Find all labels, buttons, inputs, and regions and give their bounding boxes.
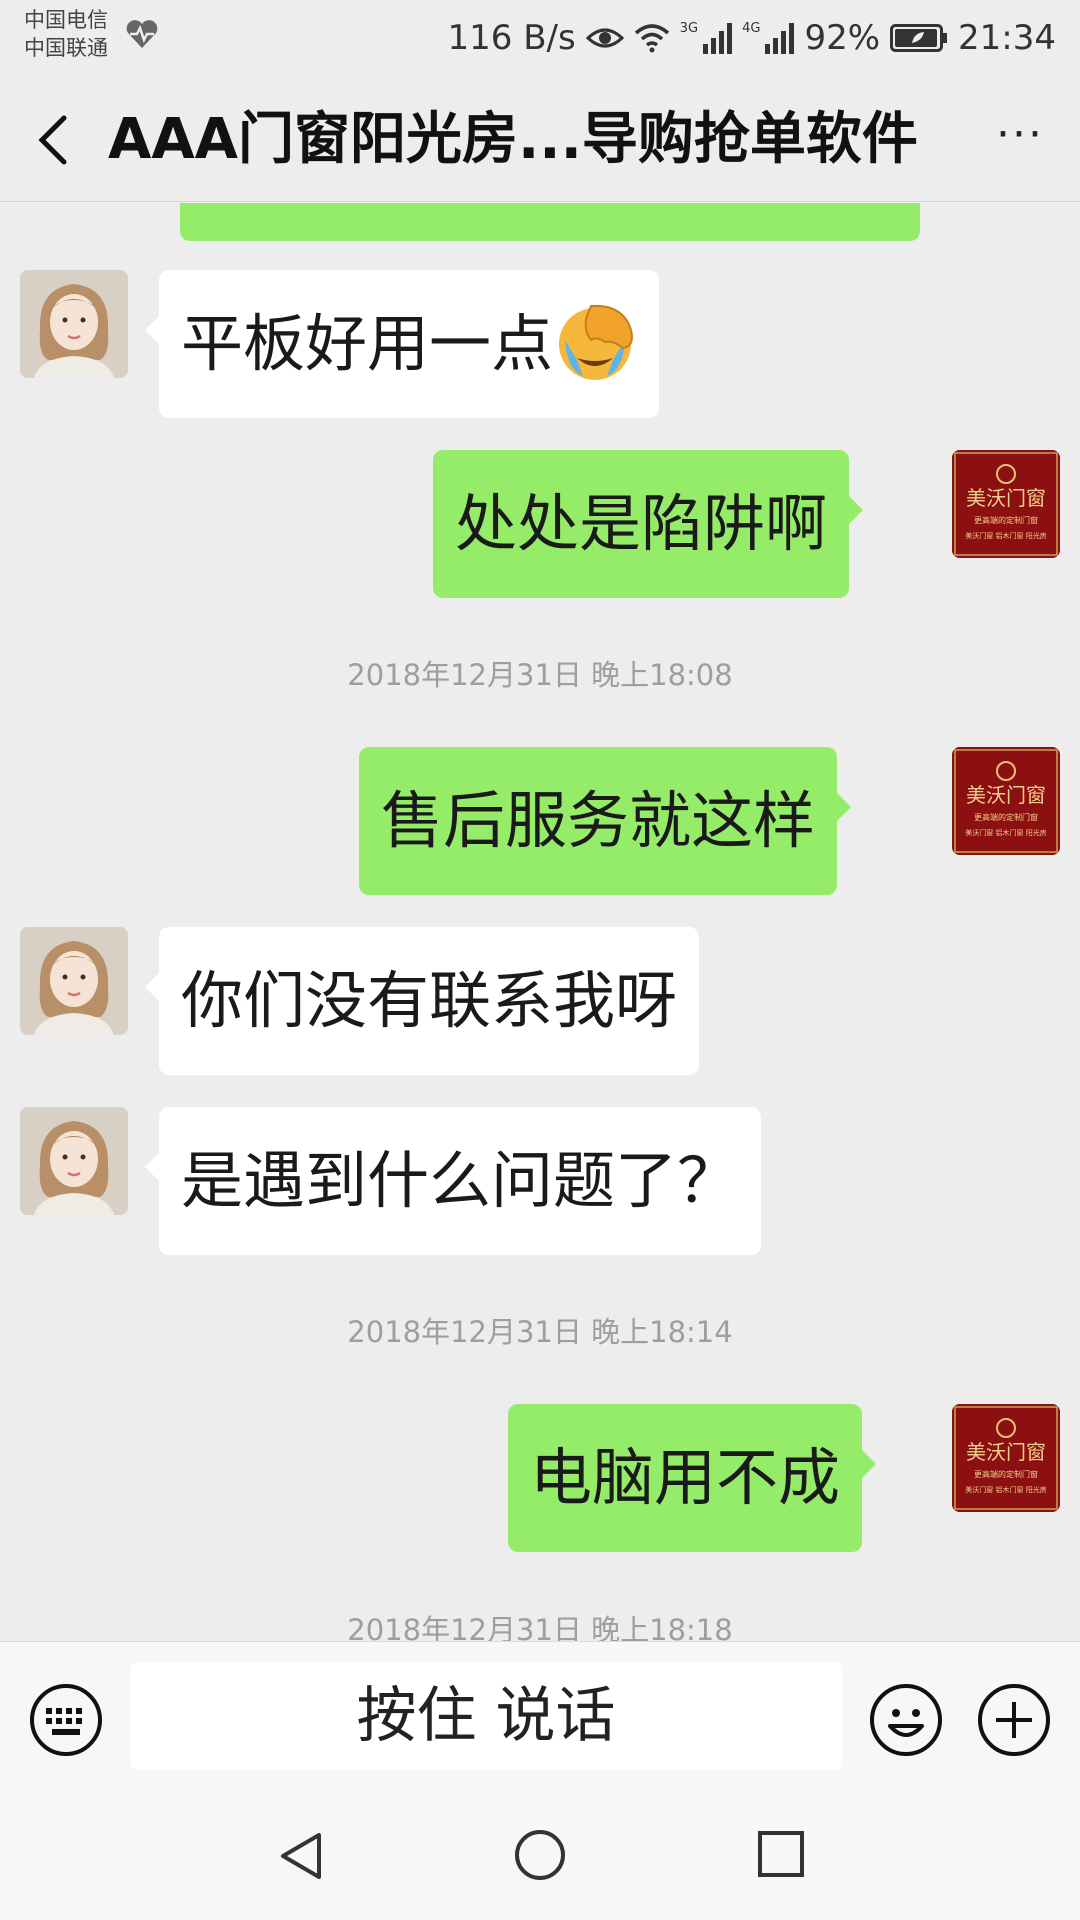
net-speed: 116 B/s	[447, 18, 576, 58]
brand-tagline: 更高端的定制门窗	[974, 515, 1038, 525]
message-bubble-outgoing[interactable]: 售后服务就这样	[359, 747, 852, 895]
message-timestamp: 2018年12月31日 晚上18:08	[347, 658, 733, 692]
signal-icon	[765, 23, 795, 54]
message-text: 是遇到什么问题了？	[181, 1144, 740, 1217]
message-bubble-outgoing[interactable]: 电脑用不成	[508, 1404, 877, 1552]
chat-header: AAA门窗阳光房...导购抢单软件 ···	[0, 78, 1080, 202]
hold-to-talk-button[interactable]: 按住 说话	[130, 1662, 842, 1770]
message-text: 你们没有联系我呀	[181, 964, 678, 1037]
status-bar: 中国电信 中国联通 116 B/s 3G 4G 92% 21:34	[0, 0, 1080, 78]
back-icon[interactable]	[32, 112, 76, 168]
brand-subline: 美沃门窗 铝木门窗 阳光房	[965, 828, 1046, 837]
brand-subline: 美沃门窗 铝木门窗 阳光房	[965, 531, 1046, 540]
emoji-icon[interactable]	[868, 1682, 944, 1758]
carrier-2: 中国联通	[24, 36, 108, 60]
heart-rate-icon	[126, 20, 158, 48]
face-palm-crying-emoji	[559, 304, 634, 380]
brand-tagline: 更高端的定制门窗	[974, 812, 1038, 822]
message-text: 处处是陷阱啊	[455, 487, 828, 560]
brand-subline: 美沃门窗 铝木门窗 阳光房	[965, 1485, 1046, 1494]
net-3g-label: 3G	[679, 20, 699, 36]
my-avatar[interactable]: 美沃门窗 更高端的定制门窗 美沃门窗 铝木门窗 阳光房	[952, 1404, 1060, 1512]
carrier-info: 中国电信 中国联通	[24, 6, 108, 62]
message-text: 平板好用一点	[181, 307, 554, 380]
chat-title: AAA门窗阳光房...导购抢单软件	[108, 107, 918, 172]
nav-recent-icon[interactable]	[756, 1829, 806, 1879]
wifi-icon	[634, 24, 669, 53]
message-bubble-outgoing[interactable]: 处处是陷阱啊	[433, 450, 864, 598]
message-bubble-incoming[interactable]: 是遇到什么问题了？	[144, 1107, 762, 1255]
eye-icon	[585, 28, 624, 48]
chat-message-list[interactable]: 平板好用一点 处处是陷阱啊 美沃门窗 更高端的定制门窗 美沃门窗 铝木门窗 阳光…	[0, 203, 1080, 1641]
nav-back-icon[interactable]	[275, 1829, 329, 1883]
message-timestamp: 2018年12月31日 晚上18:18	[347, 1613, 733, 1641]
my-avatar[interactable]: 美沃门窗 更高端的定制门窗 美沃门窗 铝木门窗 阳光房	[952, 450, 1060, 558]
message-text: 电脑用不成	[530, 1441, 841, 1514]
chat-input-bar: 按住 说话	[0, 1641, 1080, 1793]
carrier-1: 中国电信	[24, 8, 108, 32]
my-avatar[interactable]: 美沃门窗 更高端的定制门窗 美沃门窗 铝木门窗 阳光房	[952, 747, 1060, 855]
contact-avatar[interactable]	[20, 927, 128, 1035]
battery-icon	[890, 24, 948, 52]
message-bubble-incoming[interactable]: 你们没有联系我呀	[144, 927, 700, 1075]
clock: 21:34	[958, 18, 1056, 58]
signal-icon	[703, 23, 733, 54]
plus-icon[interactable]	[976, 1682, 1052, 1758]
brand-tagline: 更高端的定制门窗	[974, 1469, 1038, 1479]
system-nav-bar	[0, 1793, 1080, 1920]
brand-name: 美沃门窗	[966, 783, 1046, 807]
status-indicators: 116 B/s 3G 4G 92% 21:34	[448, 14, 1056, 62]
brand-name: 美沃门窗	[966, 1440, 1046, 1464]
message-timestamp: 2018年12月31日 晚上18:14	[347, 1315, 733, 1349]
net-4g-label: 4G	[742, 20, 761, 36]
nav-home-icon[interactable]	[512, 1827, 568, 1883]
brand-name: 美沃门窗	[966, 486, 1046, 510]
message-bubble-incoming[interactable]: 平板好用一点	[144, 270, 660, 418]
message-bubble-outgoing[interactable]	[180, 203, 920, 241]
contact-avatar[interactable]	[20, 1107, 128, 1215]
battery-percent: 92%	[804, 18, 881, 58]
more-icon[interactable]: ···	[990, 113, 1050, 160]
message-text: 售后服务就这样	[381, 784, 816, 857]
contact-avatar[interactable]	[20, 270, 128, 378]
keyboard-icon[interactable]	[28, 1682, 104, 1758]
